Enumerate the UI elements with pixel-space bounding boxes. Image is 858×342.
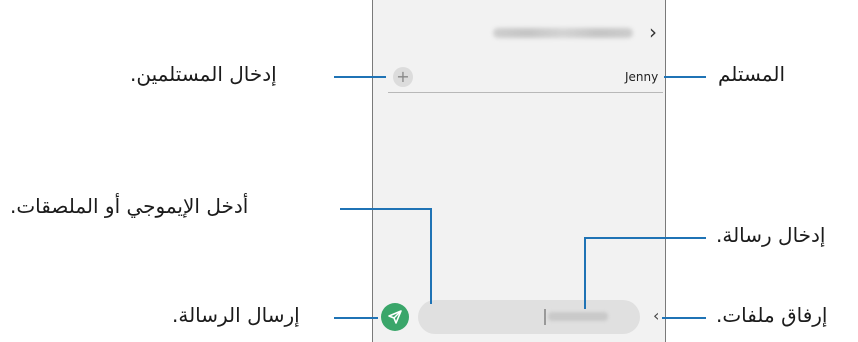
add-recipient-button[interactable]: + xyxy=(393,67,413,87)
attach-files-label: إرفاق ملفات. xyxy=(716,303,828,327)
send-callout-line xyxy=(334,317,378,319)
recipient-name[interactable]: Jenny xyxy=(625,70,658,84)
emoji-callout-vline xyxy=(430,208,432,304)
emoji-callout-line xyxy=(340,208,432,210)
emoji-stickers-label: أدخل الإيموجي أو الملصقات. xyxy=(10,194,249,218)
send-message-label: إرسال الرسالة. xyxy=(172,303,300,327)
message-placeholder xyxy=(548,312,608,321)
attach-callout-line xyxy=(662,317,706,319)
paper-plane-icon xyxy=(388,310,402,324)
enter-message-callout-line xyxy=(584,237,706,239)
enter-recipients-label: إدخال المستلمين. xyxy=(130,62,277,86)
enter-message-label: إدخال رسالة. xyxy=(716,223,826,247)
attach-chevron-icon[interactable]: ‹ xyxy=(653,305,659,327)
conversation-title xyxy=(493,28,633,38)
text-cursor xyxy=(544,309,546,325)
phone-screen: › + Jenny ‹ xyxy=(372,0,666,342)
recipient-callout-line xyxy=(664,76,706,78)
enter-message-callout-vline xyxy=(584,237,586,309)
send-button[interactable] xyxy=(381,303,409,331)
enter-recipients-callout-line xyxy=(334,76,386,78)
recipient-divider xyxy=(388,92,663,93)
message-input[interactable] xyxy=(418,300,640,334)
back-chevron-icon[interactable]: › xyxy=(649,20,667,44)
recipient-label: المستلم xyxy=(718,62,786,86)
